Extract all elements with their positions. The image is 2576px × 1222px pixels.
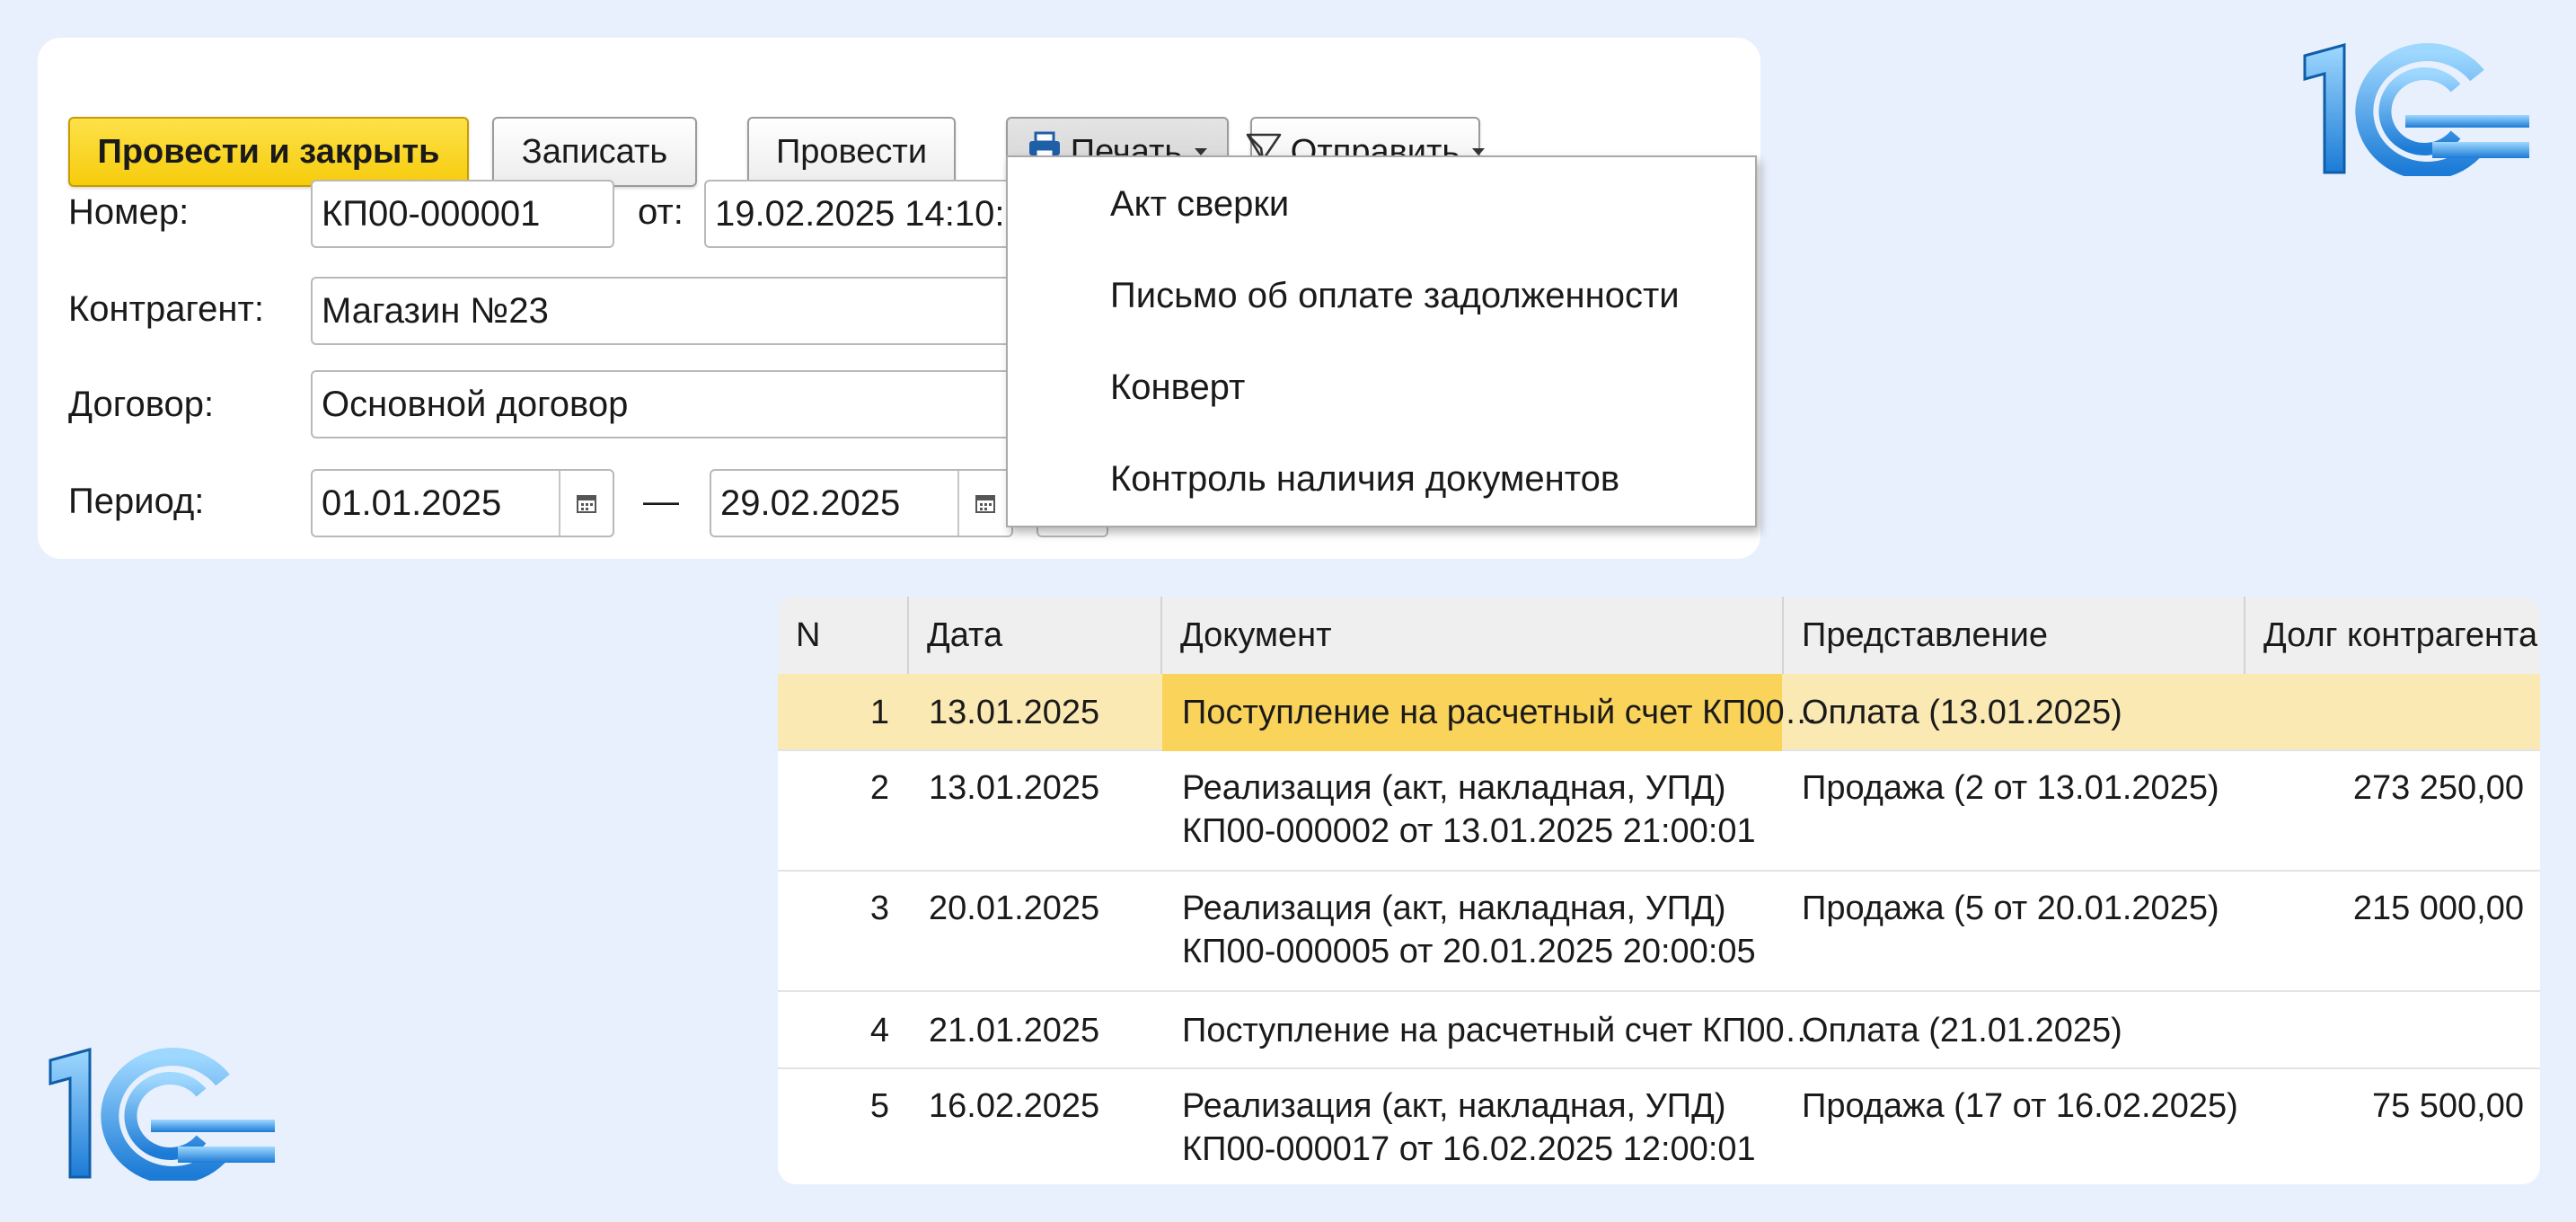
- period-label: Период:: [68, 482, 205, 521]
- post-and-close-button[interactable]: Провести и закрыть: [68, 117, 469, 187]
- period-to-field[interactable]: 29.02.2025: [710, 469, 1013, 537]
- chevron-down-icon: [1195, 148, 1208, 155]
- menu-item-reconciliation-act[interactable]: Акт сверки: [1110, 184, 1289, 225]
- 1c-logo: [43, 1046, 278, 1184]
- contract-value: Основной договор: [322, 384, 629, 424]
- cell-date: 13.01.2025: [929, 694, 1100, 731]
- column-header-date[interactable]: Дата: [909, 597, 1160, 674]
- period-from-field[interactable]: 01.01.2025: [311, 469, 614, 537]
- contract-field[interactable]: Основной договор: [311, 370, 1065, 438]
- table-row[interactable]: 5 16.02.2025 Реализация (акт, накладная,…: [778, 1069, 2540, 1184]
- cell-n: 5: [869, 1087, 889, 1125]
- settlement-table: N Дата Документ Представление Долг контр…: [778, 597, 2540, 1184]
- cell-document-line2: КП00-000002 от 13.01.2025 21:00:01: [1182, 812, 1756, 850]
- column-header-document[interactable]: Документ: [1162, 597, 1782, 674]
- cell-document-line2: КП00-000005 от 20.01.2025 20:00:05: [1182, 933, 1756, 970]
- menu-item-envelope[interactable]: Конверт: [1110, 367, 1245, 408]
- table-row[interactable]: 1 13.01.2025 Поступление на расчетный сч…: [778, 674, 2540, 751]
- save-button[interactable]: Записать: [492, 117, 697, 187]
- cell-representation: Оплата (13.01.2025): [1802, 694, 2122, 731]
- date-label: от:: [638, 192, 684, 232]
- counterparty-value: Магазин №23: [322, 290, 549, 331]
- post-button[interactable]: Провести: [747, 117, 956, 187]
- cell-representation: Продажа (2 от 13.01.2025): [1802, 769, 2219, 807]
- contract-label: Договор:: [68, 385, 215, 424]
- column-header-representation[interactable]: Представление: [1784, 597, 2244, 674]
- period-to-value: 29.02.2025: [720, 483, 901, 523]
- calendar-icon[interactable]: [957, 471, 1011, 536]
- cell-debt: 273 250,00: [2352, 769, 2524, 807]
- cell-document: Поступление на расчетный счет КП00…: [1182, 694, 1819, 731]
- table-row[interactable]: 3 20.01.2025 Реализация (акт, накладная,…: [778, 872, 2540, 992]
- print-menu: Акт сверки Письмо об оплате задолженност…: [1006, 155, 1757, 527]
- period-dash: —: [643, 482, 679, 521]
- cell-document: Поступление на расчетный счет КП00…: [1182, 1012, 1819, 1049]
- number-label: Номер:: [68, 192, 190, 232]
- cell-date: 20.01.2025: [929, 890, 1100, 927]
- cell-document-line1: Реализация (акт, накладная, УПД): [1182, 890, 1726, 927]
- 1c-logo: [2298, 41, 2533, 180]
- table-header: N Дата Документ Представление Долг контр…: [778, 597, 2540, 676]
- cell-representation: Продажа (17 от 16.02.2025): [1802, 1087, 2238, 1125]
- cell-date: 16.02.2025: [929, 1087, 1100, 1125]
- chevron-down-icon: [1472, 148, 1486, 155]
- column-header-n[interactable]: N: [778, 597, 907, 674]
- table-row[interactable]: 2 13.01.2025 Реализация (акт, накладная,…: [778, 751, 2540, 872]
- cell-representation: Оплата (21.01.2025): [1802, 1012, 2122, 1049]
- counterparty-label: Контрагент:: [68, 289, 264, 329]
- cell-debt: 215 000,00: [2352, 890, 2524, 927]
- number-value: КП00-000001: [322, 193, 541, 234]
- column-header-debt[interactable]: Долг контрагента: [2245, 597, 2540, 674]
- save-label: Записать: [521, 132, 668, 171]
- date-value: 19.02.2025 14:10:12: [715, 193, 1045, 234]
- calendar-icon[interactable]: [559, 471, 613, 536]
- number-field[interactable]: КП00-000001: [311, 180, 614, 248]
- menu-item-debt-payment-letter[interactable]: Письмо об оплате задолженности: [1110, 276, 1680, 316]
- cell-n: 4: [869, 1012, 889, 1049]
- cell-document-line1: Реализация (акт, накладная, УПД): [1182, 769, 1726, 807]
- counterparty-field[interactable]: Магазин №23: [311, 277, 1065, 345]
- cell-debt: 75 500,00: [2371, 1087, 2524, 1125]
- post-label: Провести: [775, 132, 928, 171]
- table-row[interactable]: 4 21.01.2025 Поступление на расчетный сч…: [778, 992, 2540, 1069]
- cell-n: 1: [869, 694, 889, 731]
- cell-document-line1: Реализация (акт, накладная, УПД): [1182, 1087, 1726, 1125]
- cell-date: 13.01.2025: [929, 769, 1100, 807]
- period-from-value: 01.01.2025: [322, 483, 502, 523]
- cell-date: 21.01.2025: [929, 1012, 1100, 1049]
- post-and-close-label: Провести и закрыть: [97, 132, 440, 171]
- cell-n: 3: [869, 890, 889, 927]
- cell-n: 2: [869, 769, 889, 807]
- cell-document-line2: КП00-000017 от 16.02.2025 12:00:01: [1182, 1130, 1756, 1168]
- menu-item-document-control[interactable]: Контроль наличия документов: [1110, 459, 1619, 500]
- cell-representation: Продажа (5 от 20.01.2025): [1802, 890, 2219, 927]
